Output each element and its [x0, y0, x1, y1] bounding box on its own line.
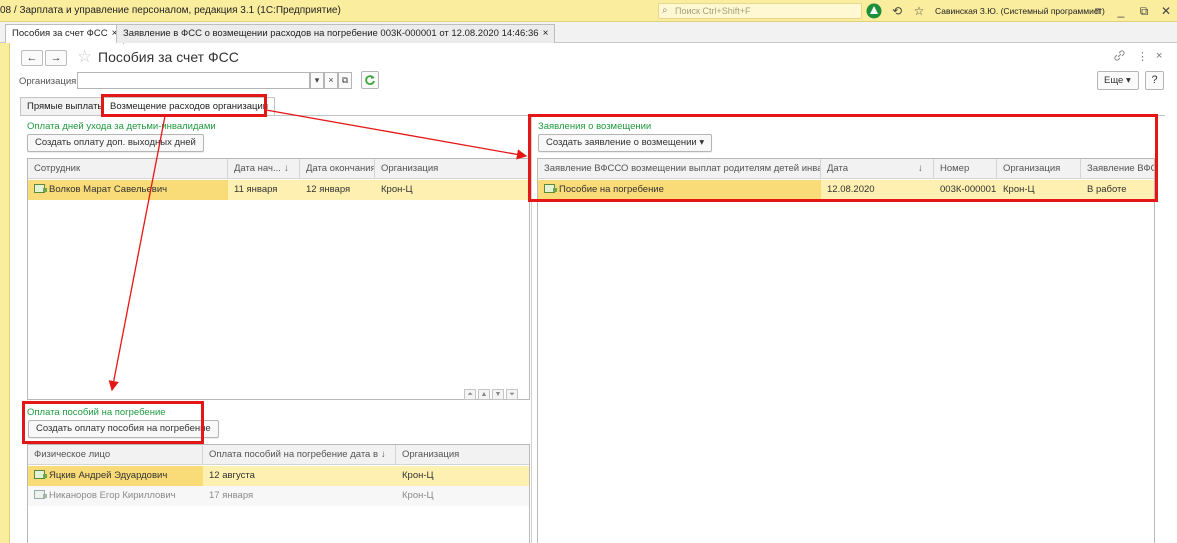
col-funeral-payment-date[interactable]: Оплата пособий на погребение дата вы... [203, 445, 378, 465]
current-user[interactable]: Савинская З.Ю. (Системный программист) [935, 6, 1105, 16]
table-header: Физическое лицо Оплата пособий на погреб… [28, 445, 529, 465]
forward-button[interactable]: → [45, 50, 67, 66]
org-open-button[interactable]: ⧉ [338, 72, 352, 89]
scroll-up-icon[interactable]: ▲ [478, 389, 490, 400]
refresh-button[interactable] [361, 71, 379, 89]
main-menu-icon[interactable]: ≡ [1090, 3, 1106, 19]
search-placeholder: Поиск Ctrl+Shift+F [675, 6, 751, 16]
highlight-box-tab [101, 94, 267, 117]
notifications-icon[interactable] [866, 3, 882, 19]
table-row[interactable]: Никаноров Егор Кириллович 17 января Крон… [28, 486, 529, 506]
cell-organization[interactable]: Крон-Ц [396, 466, 529, 486]
org-clear-button[interactable]: × [324, 72, 338, 89]
highlight-box-claims [528, 114, 1158, 202]
person-name: Никаноров Егор Кириллович [49, 490, 176, 501]
cell-person[interactable]: Никаноров Егор Кириллович [28, 486, 203, 506]
cell-payment-date[interactable]: 12 августа [203, 466, 396, 486]
search-icon: ⌕ [662, 5, 668, 16]
page-title: Пособия за счет ФСС [98, 49, 239, 65]
cell-end-date[interactable]: 12 января [300, 180, 375, 200]
cell-organization[interactable]: Крон-Ц [375, 180, 529, 200]
more-actions-button[interactable]: Еще ▾ [1097, 71, 1139, 90]
tab-funeral-claim[interactable]: Заявление в ФСС о возмещении расходов на… [116, 24, 556, 43]
scroll-bottom-icon[interactable]: ⏷ [506, 389, 518, 400]
claims-table[interactable]: Заявление ВФССО возмещении выплат родите… [537, 158, 1155, 543]
col-start-date[interactable]: Дата нач... [228, 159, 280, 179]
col-person[interactable]: Физическое лицо [28, 445, 203, 465]
organization-input[interactable] [77, 72, 310, 89]
table-navigation: ⏶ ▲ ▼ ⏷ [464, 387, 520, 400]
document-row-icon [34, 490, 47, 499]
table-header: Сотрудник Дата нач... ↓ Дата окончания О… [28, 159, 529, 179]
cell-organization[interactable]: Крон-Ц [396, 486, 529, 506]
create-care-payment-button[interactable]: Создать оплату доп. выходных дней [27, 134, 204, 152]
minimize-icon[interactable]: _ [1113, 3, 1129, 19]
app-title: 08 / Зарплата и управление персоналом, р… [0, 5, 341, 16]
col-end-date[interactable]: Дата окончания [300, 159, 375, 179]
col-organization[interactable]: Организация [375, 159, 529, 179]
form-menu-icon[interactable]: ⋮ [1137, 50, 1148, 63]
cell-payment-date[interactable]: 17 января [203, 486, 396, 506]
back-button[interactable]: ← [21, 50, 43, 66]
cell-employee[interactable]: Волков Марат Савельевич [28, 180, 228, 200]
favorites-star-icon[interactable]: ☆ [911, 3, 927, 19]
form-close-icon[interactable]: × [1156, 50, 1162, 62]
open-windows-bar: Пособия за счет ФСС × Заявление в ФСС о в… [0, 22, 1177, 44]
document-row-icon [34, 470, 47, 479]
org-dropdown-button[interactable]: ▾ [310, 72, 324, 89]
title-bar: 08 / Зарплата и управление персоналом, р… [0, 0, 1177, 22]
highlight-box-funeral [22, 401, 204, 444]
tab-benefits-fss[interactable]: Пособия за счет ФСС × [5, 24, 125, 44]
link-icon[interactable] [1114, 50, 1125, 64]
person-name: Яцкив Андрей Эдуардович [49, 470, 168, 481]
care-days-group-title: Оплата дней ухода за детьми-инвалидами [27, 121, 216, 132]
history-icon[interactable]: ⟲ [889, 3, 905, 19]
care-days-table[interactable]: Сотрудник Дата нач... ↓ Дата окончания О… [27, 158, 530, 400]
restore-icon[interactable]: ⧉ [1136, 3, 1152, 19]
col-organization[interactable]: Организация [396, 445, 529, 465]
scroll-down-icon[interactable]: ▼ [492, 389, 504, 400]
col-employee[interactable]: Сотрудник [28, 159, 228, 179]
tab-direct-payments[interactable]: Прямые выплаты [20, 97, 112, 116]
tab-label: Пособия за счет ФСС [12, 28, 108, 39]
global-search-input[interactable]: ⌕ Поиск Ctrl+Shift+F [658, 3, 862, 19]
help-button[interactable]: ? [1145, 71, 1164, 90]
sections-panel [0, 43, 10, 543]
favorite-star-icon[interactable]: ☆ [77, 47, 92, 67]
cell-person[interactable]: Яцкив Андрей Эдуардович [28, 466, 203, 486]
funeral-table[interactable]: Физическое лицо Оплата пособий на погреб… [27, 444, 530, 543]
cell-start-date[interactable]: 11 января [228, 180, 300, 200]
organization-label: Организация: [19, 76, 79, 87]
employee-name: Волков Марат Савельевич [49, 184, 168, 195]
scroll-top-icon[interactable]: ⏶ [464, 389, 476, 400]
document-row-icon [34, 184, 47, 193]
tab-label: Заявление в ФСС о возмещении расходов на… [123, 28, 539, 39]
table-row[interactable]: Волков Марат Савельевич 11 января 12 янв… [28, 180, 529, 200]
close-tab-icon[interactable]: × [543, 28, 549, 39]
arrow-to-claims [265, 109, 528, 160]
sort-arrow-icon[interactable]: ↓ [280, 159, 300, 179]
sort-arrow-icon[interactable]: ↓ [378, 445, 396, 465]
table-row[interactable]: Яцкив Андрей Эдуардович 12 августа Крон-… [28, 466, 529, 486]
close-window-icon[interactable]: ✕ [1158, 3, 1174, 19]
